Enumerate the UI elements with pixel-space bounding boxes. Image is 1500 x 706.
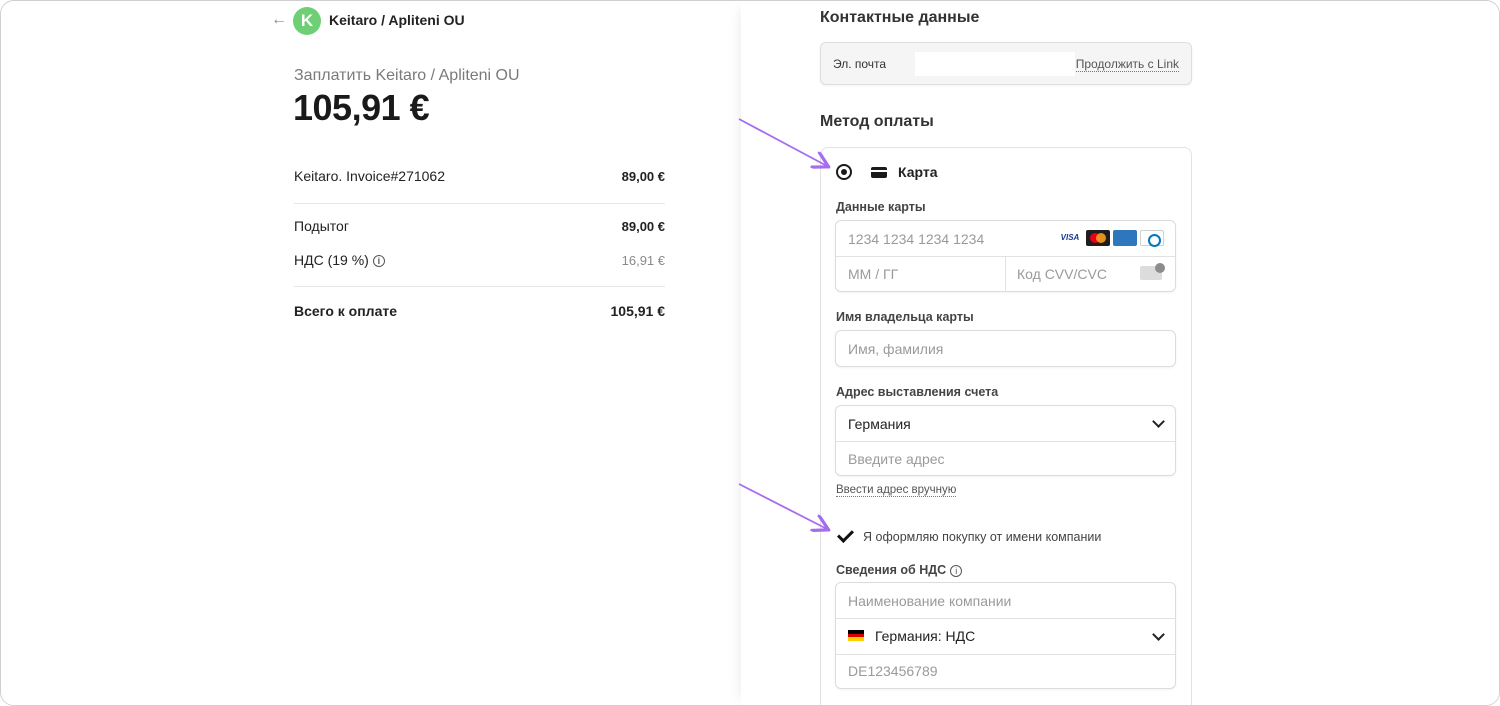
annotation-arrow [738, 483, 827, 529]
checkout-window: ← K Keitaro / Apliteni OU Заплатить Keit… [0, 0, 1500, 706]
annotation-arrow [738, 118, 827, 166]
annotation-arrows [738, 118, 1500, 706]
